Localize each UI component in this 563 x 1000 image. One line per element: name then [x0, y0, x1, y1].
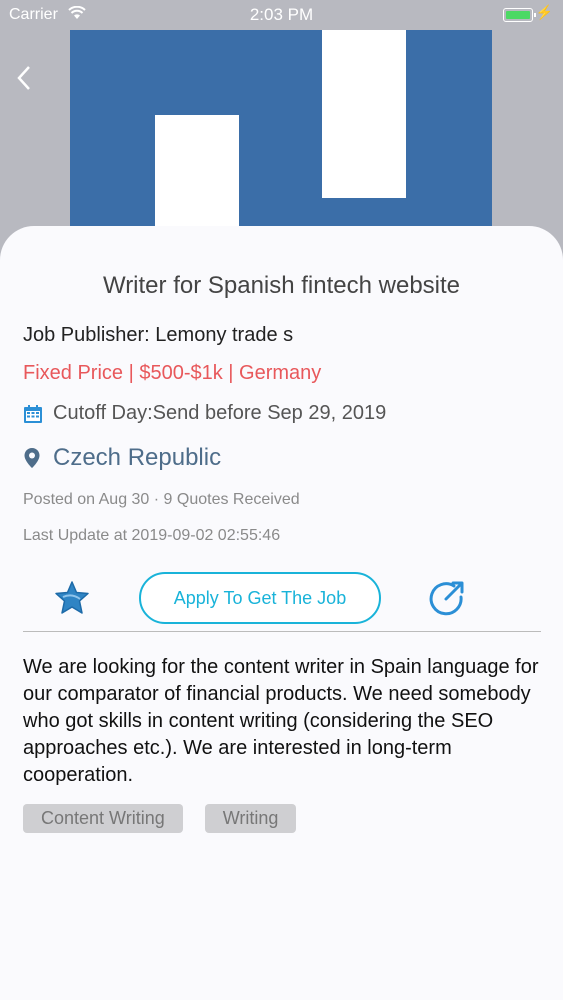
location-label: Czech Republic	[53, 444, 222, 471]
location-row: Czech Republic	[23, 444, 221, 472]
cutoff-row: Cutoff Day:Send before Sep 29, 2019	[23, 402, 386, 425]
chevron-left-icon[interactable]	[16, 64, 32, 100]
calendar-icon	[24, 404, 42, 423]
job-description: We are looking for the content writer in…	[23, 656, 539, 786]
cutoff-date: Cutoff Day:Send before Sep 29, 2019	[53, 402, 387, 424]
charging-icon: ⚡	[535, 4, 553, 20]
battery-icon	[503, 8, 536, 22]
company-banner	[0, 0, 563, 275]
tag-list: Content Writing Writing	[23, 804, 318, 833]
action-bar: Apply To Get The Job	[0, 572, 563, 626]
job-publisher: Job Publisher: Lemony trade s	[23, 324, 294, 346]
status-bar: Carrier 2:03 PM ⚡	[0, 0, 563, 30]
star-icon[interactable]	[53, 580, 91, 616]
divider	[23, 631, 541, 632]
job-detail-card: Writer for Spanish fintech website Job P…	[0, 226, 563, 1000]
job-title: Writer for Spanish fintech website	[102, 272, 461, 299]
price-info: Fixed Price | $500-$1k | Germany	[23, 362, 322, 384]
share-icon[interactable]	[428, 580, 466, 616]
clock: 2:03 PM	[249, 5, 314, 24]
tag-content-writing[interactable]: Content Writing	[23, 804, 183, 833]
posted-info: Posted on Aug 30 · 9 Quotes Received	[23, 491, 300, 508]
last-update: Last Update at 2019-09-02 02:55:46	[23, 527, 281, 544]
apply-button[interactable]: Apply To Get The Job	[139, 572, 381, 624]
tag-writing[interactable]: Writing	[204, 804, 297, 833]
location-pin-icon	[24, 448, 40, 468]
